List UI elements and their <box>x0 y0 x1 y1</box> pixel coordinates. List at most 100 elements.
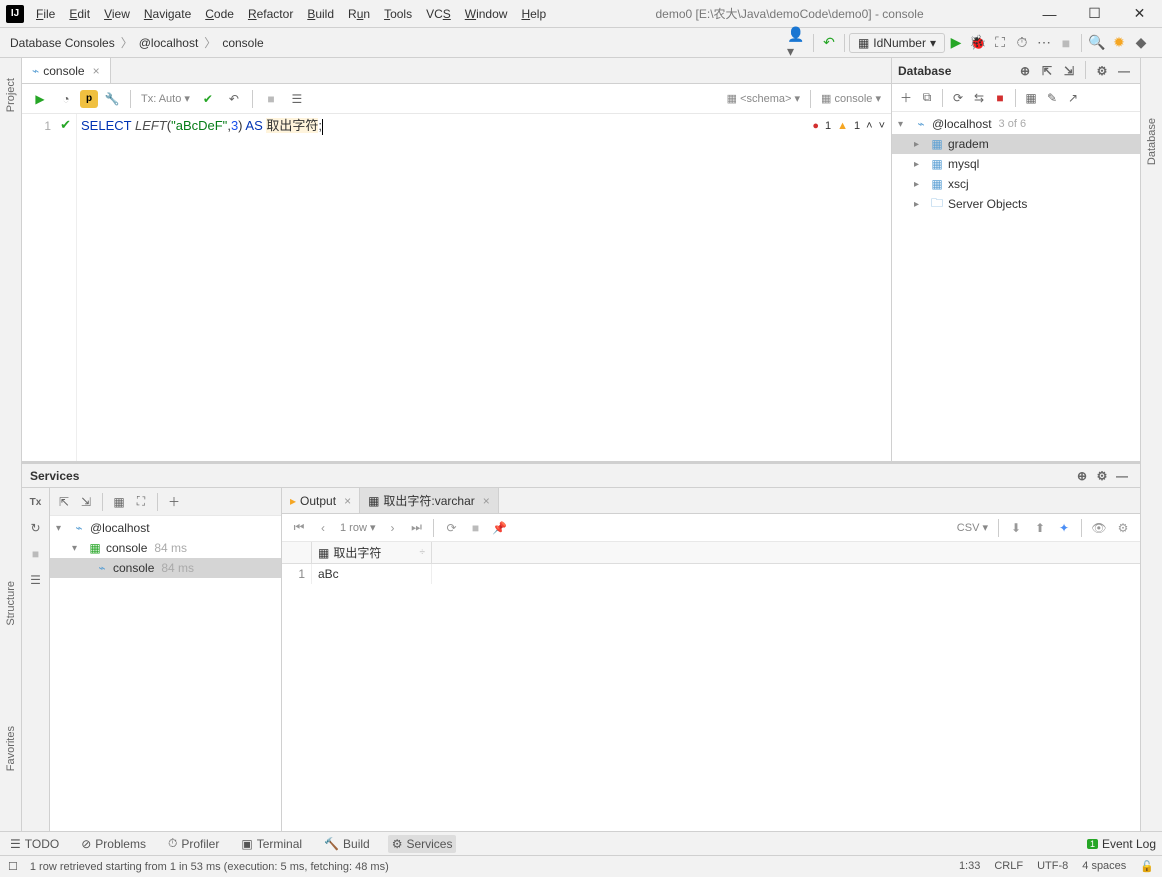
cancel-button[interactable]: ■ <box>259 87 283 111</box>
menu-run[interactable]: Run <box>342 5 376 23</box>
menu-build[interactable]: Build <box>301 5 340 23</box>
event-log-button[interactable]: 1 Event Log <box>1087 837 1156 851</box>
export-format-selector[interactable]: CSV ▾ <box>953 521 992 534</box>
prev-page-icon[interactable]: ‹ <box>312 517 334 539</box>
stop-icon[interactable]: ■ <box>26 544 46 564</box>
reload-icon[interactable]: ⟳ <box>440 517 462 539</box>
last-page-icon[interactable]: ⏭ <box>405 517 427 539</box>
cancel-icon[interactable]: ■ <box>464 517 486 539</box>
tab-profiler[interactable]: ⏱ Profiler <box>164 834 223 853</box>
tree-schema-gradem[interactable]: ▸ ▦ gradem <box>892 134 1140 154</box>
jetbrains-icon[interactable]: ◆ <box>1130 32 1152 54</box>
search-everywhere-icon[interactable]: 🔍 <box>1086 32 1108 54</box>
svc-host[interactable]: ▾ ⌁ @localhost <box>50 518 281 538</box>
tab-services[interactable]: ⚙ Services <box>388 835 457 853</box>
indent-setting[interactable]: 4 spaces <box>1082 860 1126 873</box>
run-config-selector[interactable]: ▦ IdNumber ▾ <box>849 33 945 53</box>
gear-icon[interactable]: ⚙ <box>1092 466 1112 486</box>
settings-icon[interactable]: 🔧 <box>100 87 124 111</box>
expand-icon[interactable]: ⇲ <box>1059 61 1079 81</box>
row-count-selector[interactable]: 1 row ▾ <box>336 521 379 534</box>
breadcrumb-leaf[interactable]: console <box>222 36 263 50</box>
tab-output[interactable]: ▸ Output × <box>282 488 360 513</box>
menu-code[interactable]: Code <box>199 5 240 23</box>
commit-badge[interactable]: p <box>80 90 98 108</box>
sync-icon[interactable]: ⇆ <box>969 88 989 108</box>
new-icon[interactable]: ＋ <box>896 88 916 108</box>
favorites-tool-button[interactable]: Favorites <box>5 726 17 771</box>
duplicate-icon[interactable]: ⧉ <box>917 88 937 108</box>
collapse-icon[interactable]: ⇱ <box>1037 61 1057 81</box>
add-icon[interactable]: ＋ <box>164 492 184 512</box>
svc-console-leaf[interactable]: ⌁ console 84 ms <box>50 558 281 578</box>
tab-todo[interactable]: ☰ TODO <box>6 835 63 853</box>
refresh-icon[interactable]: ⟳ <box>948 88 968 108</box>
tab-problems[interactable]: ⊘ Problems <box>77 835 150 853</box>
eye-icon[interactable]: 👁 <box>1088 517 1110 539</box>
view-button[interactable]: ☰ <box>285 87 309 111</box>
up-icon[interactable]: ˄ <box>866 117 872 135</box>
pin-icon[interactable]: 📌 <box>488 517 510 539</box>
table-icon[interactable]: ▦ <box>1021 88 1041 108</box>
menu-edit[interactable]: Edit <box>63 5 96 23</box>
close-icon[interactable]: × <box>344 494 351 508</box>
download-icon[interactable]: ⬇ <box>1005 517 1027 539</box>
plus-icon[interactable]: ⊕ <box>1015 61 1035 81</box>
breadcrumb-host[interactable]: @localhost <box>139 36 199 50</box>
error-icon[interactable]: ● <box>812 117 819 135</box>
corner-cell[interactable] <box>282 542 312 563</box>
commit-button[interactable]: ✔ <box>196 87 220 111</box>
tab-build[interactable]: 🔨 Build <box>320 835 374 853</box>
editor-tab-console[interactable]: ⌁ console × <box>22 58 111 83</box>
ide-update-icon[interactable]: ✹ <box>1108 32 1130 54</box>
profile-button[interactable]: ⏱ <box>1011 32 1033 54</box>
jump-icon[interactable]: ↗ <box>1063 88 1083 108</box>
compare-icon[interactable]: ✦ <box>1053 517 1075 539</box>
tx-mode-selector[interactable]: Tx: Auto ▾ <box>137 92 194 105</box>
editor-body[interactable]: 1 ✔ SELECT LEFT("aBcDeF",3) AS 取出字符; ●1 … <box>22 114 891 461</box>
sort-icon[interactable]: ÷ <box>420 547 426 558</box>
rerun-icon[interactable]: ↻ <box>26 518 46 538</box>
stop-button[interactable]: ■ <box>1055 32 1077 54</box>
warning-icon[interactable]: ▲ <box>837 117 848 135</box>
collapse-all-icon[interactable]: ⇲ <box>76 492 96 512</box>
next-page-icon[interactable]: › <box>381 517 403 539</box>
filter-icon[interactable]: ⛶ <box>131 492 151 512</box>
readonly-icon[interactable]: 🔓 <box>1140 860 1154 873</box>
menu-view[interactable]: View <box>98 5 136 23</box>
tab-result[interactable]: ▦ 取出字符:varchar × <box>360 488 499 513</box>
database-tool-button[interactable]: Database <box>1146 118 1158 165</box>
svc-console-group[interactable]: ▾ ▦ console 84 ms <box>50 538 281 558</box>
explain-button[interactable]: ◔ <box>54 87 78 111</box>
tx-icon[interactable]: Tx <box>26 492 46 512</box>
tab-terminal[interactable]: ▣ Terminal <box>237 835 306 853</box>
breadcrumb-root[interactable]: Database Consoles <box>10 36 115 50</box>
coverage-button[interactable]: ⛶ <box>989 32 1011 54</box>
tree-schema-xscj[interactable]: ▸ ▦ xscj <box>892 174 1140 194</box>
down-icon[interactable]: ˅ <box>879 117 885 135</box>
first-page-icon[interactable]: ⏮ <box>288 517 310 539</box>
structure-tool-button[interactable]: Structure <box>5 581 17 626</box>
close-icon[interactable]: × <box>483 494 490 508</box>
layout-icon[interactable]: ☰ <box>26 570 46 590</box>
tree-datasource[interactable]: ▾ ⌁ @localhost 3 of 6 <box>892 114 1140 134</box>
hide-icon[interactable]: — <box>1112 466 1132 486</box>
table-row[interactable]: 1 aBc <box>282 564 1140 584</box>
menu-help[interactable]: Help <box>515 5 552 23</box>
menu-tools[interactable]: Tools <box>378 5 418 23</box>
user-icon[interactable]: 👤▾ <box>787 32 809 54</box>
session-selector[interactable]: ▦ console ▾ <box>817 92 885 105</box>
upload-icon[interactable]: ⬆ <box>1029 517 1051 539</box>
maximize-button[interactable]: ☐ <box>1072 0 1117 28</box>
expand-all-icon[interactable]: ⇱ <box>54 492 74 512</box>
minimize-button[interactable]: — <box>1027 0 1072 28</box>
tree-schema-mysql[interactable]: ▸ ▦ mysql <box>892 154 1140 174</box>
column-header[interactable]: ▦ 取出字符 ÷ <box>312 542 432 563</box>
gear-icon[interactable]: ⚙ <box>1092 61 1112 81</box>
attach-button[interactable]: ⋯ <box>1033 32 1055 54</box>
hide-icon[interactable]: — <box>1114 61 1134 81</box>
gear-icon[interactable]: ⚙ <box>1112 517 1134 539</box>
run-button[interactable]: ▶ <box>945 32 967 54</box>
status-icon[interactable]: ☐ <box>8 860 18 873</box>
rollback-button[interactable]: ↶ <box>222 87 246 111</box>
